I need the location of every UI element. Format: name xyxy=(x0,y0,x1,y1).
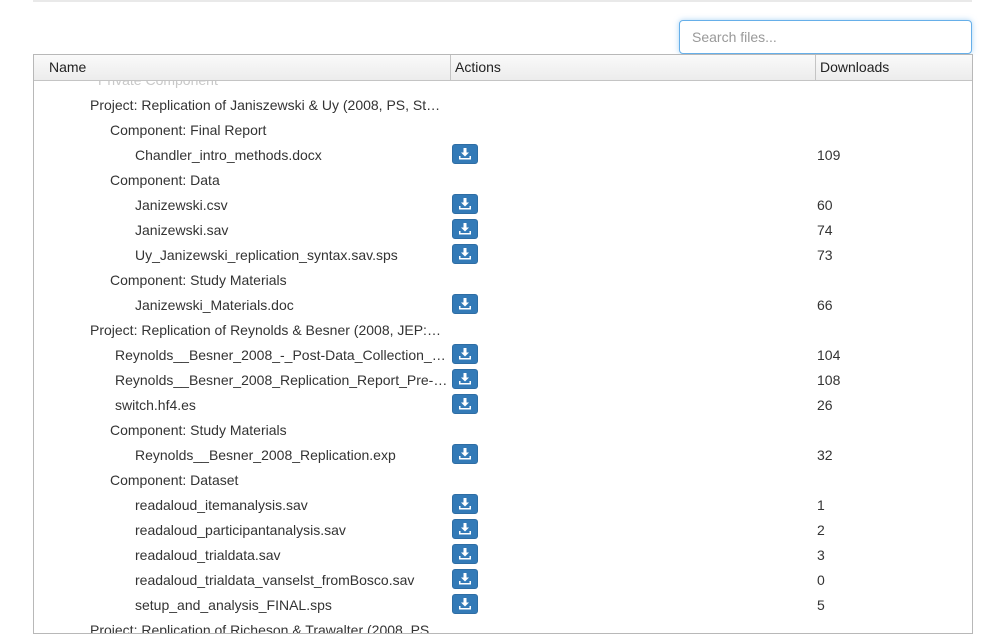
file-name: Uy_Janizewski_replication_syntax.sav.sps xyxy=(135,247,398,263)
folder-row[interactable]: Project: Replication of Janiszewski & Uy… xyxy=(34,93,972,118)
download-count: 3 xyxy=(817,547,825,563)
search-files-input[interactable] xyxy=(679,20,972,54)
download-count: 66 xyxy=(817,297,833,313)
column-header-actions[interactable]: Actions xyxy=(450,55,816,80)
file-row[interactable]: Reynolds__Besner_2008_-_Post-Data_Collec… xyxy=(34,343,972,368)
download-button[interactable] xyxy=(452,144,478,164)
download-button[interactable] xyxy=(452,194,478,214)
download-button[interactable] xyxy=(452,569,478,589)
folder-name: Component: Final Report xyxy=(110,122,267,138)
download-icon xyxy=(459,248,471,260)
file-name: switch.hf4.es xyxy=(115,397,196,413)
file-name: readaloud_participantanalysis.sav xyxy=(135,522,346,538)
folder-name: Component: Study Materials xyxy=(110,272,287,288)
file-row[interactable]: setup_and_analysis_FINAL.sps 5 xyxy=(34,593,972,618)
download-icon xyxy=(459,573,471,585)
download-icon xyxy=(459,448,471,460)
download-count: 60 xyxy=(817,197,833,213)
grid-header: Name Actions Downloads xyxy=(34,55,972,81)
download-icon xyxy=(459,498,471,510)
download-count: 104 xyxy=(817,347,841,363)
download-icon xyxy=(459,548,471,560)
file-name: Reynolds__Besner_2008_Replication_Report… xyxy=(115,372,448,388)
column-header-downloads[interactable]: Downloads xyxy=(815,55,972,80)
file-row[interactable]: switch.hf4.es 26 xyxy=(34,393,972,418)
file-name: Reynolds__Besner_2008_Replication.exp xyxy=(135,447,396,463)
file-row[interactable]: Chandler_intro_methods.docx 109 xyxy=(34,143,972,168)
download-button[interactable] xyxy=(452,594,478,614)
file-name: readaloud_trialdata_vanselst_fromBosco.s… xyxy=(135,572,415,588)
download-icon xyxy=(459,198,471,210)
download-button[interactable] xyxy=(452,369,478,389)
download-button[interactable] xyxy=(452,544,478,564)
download-button[interactable] xyxy=(452,344,478,364)
file-row[interactable]: Reynolds__Besner_2008_Replication_Report… xyxy=(34,368,972,393)
file-row[interactable]: Reynolds__Besner_2008_Replication.exp 32 xyxy=(34,443,972,468)
download-count: 5 xyxy=(817,597,825,613)
file-rows[interactable]: Private ComponentProject: Replication of… xyxy=(34,55,972,633)
folder-name: Component: Study Materials xyxy=(110,422,287,438)
file-grid: Private ComponentProject: Replication of… xyxy=(33,54,973,634)
download-button[interactable] xyxy=(452,394,478,414)
file-row[interactable]: readaloud_participantanalysis.sav 2 xyxy=(34,518,972,543)
download-icon xyxy=(459,348,471,360)
file-name: Janizewski_Materials.doc xyxy=(135,297,294,313)
folder-row[interactable]: Component: Study Materials xyxy=(34,418,972,443)
folder-row[interactable]: Project: Replication of Richeson & Trawa… xyxy=(34,618,972,634)
folder-name: Project: Replication of Janiszewski & Uy… xyxy=(90,97,441,113)
download-icon xyxy=(459,223,471,235)
top-divider xyxy=(33,0,972,2)
download-button[interactable] xyxy=(452,519,478,539)
download-icon xyxy=(459,148,471,160)
download-icon xyxy=(459,398,471,410)
download-button[interactable] xyxy=(452,219,478,239)
download-count: 108 xyxy=(817,372,841,388)
download-count: 2 xyxy=(817,522,825,538)
file-name: setup_and_analysis_FINAL.sps xyxy=(135,597,332,613)
download-button[interactable] xyxy=(452,294,478,314)
download-button[interactable] xyxy=(452,444,478,464)
file-row[interactable]: Janizewski.csv 60 xyxy=(34,193,972,218)
file-name: Janizewski.csv xyxy=(135,197,228,213)
download-icon xyxy=(459,298,471,310)
file-name: Reynolds__Besner_2008_-_Post-Data_Collec… xyxy=(115,347,446,363)
download-button[interactable] xyxy=(452,494,478,514)
download-count: 26 xyxy=(817,397,833,413)
folder-row[interactable]: Component: Study Materials xyxy=(34,268,972,293)
file-row[interactable]: readaloud_itemanalysis.sav 1 xyxy=(34,493,972,518)
file-name: readaloud_itemanalysis.sav xyxy=(135,497,308,513)
folder-row[interactable]: Project: Replication of Reynolds & Besne… xyxy=(34,318,972,343)
folder-name: Component: Data xyxy=(110,172,220,188)
folder-row[interactable]: Component: Data xyxy=(34,168,972,193)
column-header-name[interactable]: Name xyxy=(34,55,451,80)
download-count: 1 xyxy=(817,497,825,513)
file-row[interactable]: Janizewski_Materials.doc 66 xyxy=(34,293,972,318)
file-row[interactable]: Uy_Janizewski_replication_syntax.sav.sps… xyxy=(34,243,972,268)
download-count: 0 xyxy=(817,572,825,588)
download-count: 73 xyxy=(817,247,833,263)
file-name: Janizewski.sav xyxy=(135,222,229,238)
download-icon xyxy=(459,598,471,610)
folder-name: Project: Replication of Reynolds & Besne… xyxy=(90,322,448,338)
folder-name: Component: Dataset xyxy=(110,472,239,488)
file-row[interactable]: readaloud_trialdata_vanselst_fromBosco.s… xyxy=(34,568,972,593)
file-name: Chandler_intro_methods.docx xyxy=(135,147,322,163)
download-icon xyxy=(459,373,471,385)
download-count: 109 xyxy=(817,147,841,163)
file-name: readaloud_trialdata.sav xyxy=(135,547,281,563)
file-row[interactable]: readaloud_trialdata.sav 3 xyxy=(34,543,972,568)
download-count: 32 xyxy=(817,447,833,463)
download-count: 74 xyxy=(817,222,833,238)
download-button[interactable] xyxy=(452,244,478,264)
file-row[interactable]: Janizewski.sav 74 xyxy=(34,218,972,243)
folder-name: Project: Replication of Richeson & Trawa… xyxy=(90,622,444,634)
download-icon xyxy=(459,523,471,535)
folder-row[interactable]: Component: Final Report xyxy=(34,118,972,143)
folder-row[interactable]: Component: Dataset xyxy=(34,468,972,493)
